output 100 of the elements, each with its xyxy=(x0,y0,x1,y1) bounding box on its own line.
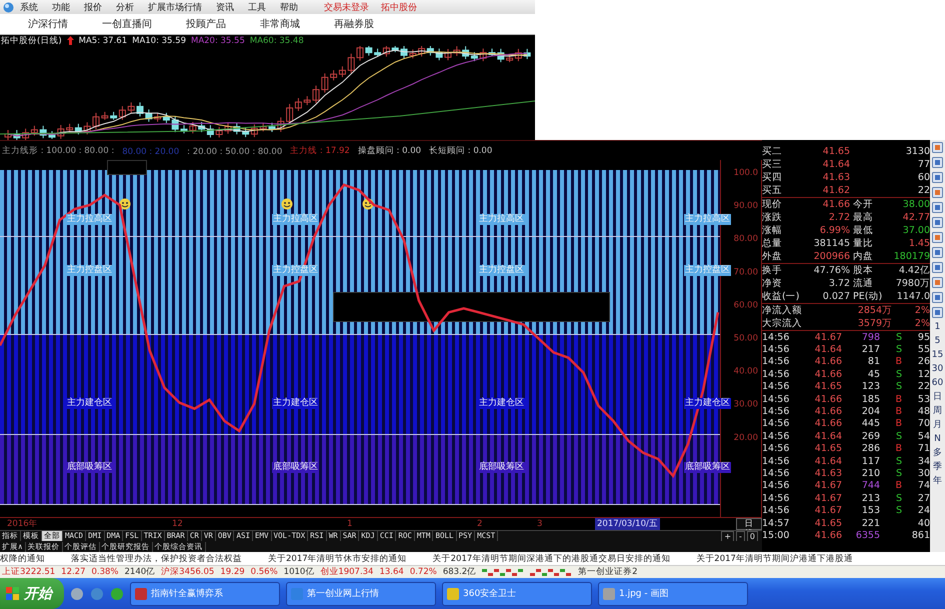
quote-label: 最高 xyxy=(852,211,874,224)
zone-label: 主力建仓区 xyxy=(66,398,113,409)
toolbar-link[interactable]: 沪深行情 xyxy=(28,17,68,31)
quote-value: 381145 xyxy=(812,238,850,249)
period-option[interactable]: 年 xyxy=(933,474,942,488)
toolbar-link[interactable]: 再融券股 xyxy=(334,17,374,31)
app-logo-icon xyxy=(3,2,14,12)
tick-time: 14:56 xyxy=(762,368,790,380)
period-option[interactable]: 30 xyxy=(932,362,944,376)
index-change: 19.29 xyxy=(220,567,245,577)
period-option[interactable]: 多 xyxy=(933,446,942,460)
quote-label: 买四 xyxy=(762,171,783,184)
date-label: 12 xyxy=(171,518,184,530)
tool-icon[interactable] xyxy=(932,292,943,303)
indicator-value: 80.00 : 20.00 xyxy=(122,147,180,157)
axis-label: 20.00 xyxy=(734,432,758,443)
period-option[interactable]: N xyxy=(934,432,941,446)
quote-label: 内盘 xyxy=(852,250,874,263)
taskbar-button[interactable]: 1.jpg - 画图 xyxy=(598,582,748,606)
smiley-icon xyxy=(119,198,131,210)
toolbar-link[interactable]: 投顾产品 xyxy=(186,17,226,31)
period-option[interactable]: 日 xyxy=(933,390,942,404)
tool-icon[interactable] xyxy=(932,202,943,213)
menu-item[interactable]: 帮助 xyxy=(280,0,298,14)
zone-label: 主力控盘区 xyxy=(684,265,731,276)
tool-icon[interactable] xyxy=(932,187,943,198)
toolbar-link[interactable]: 非常商城 xyxy=(260,17,300,31)
menu-item[interactable]: 扩展市场行情 xyxy=(148,0,202,14)
trade-side: S xyxy=(894,430,902,442)
quote-value: 1.45 xyxy=(908,238,930,249)
tick-count: 22 xyxy=(916,381,930,392)
news-headline[interactable]: 关于2017年清明节期间沪港通下港股通 xyxy=(696,552,853,564)
zone-label: 底部吸筹区 xyxy=(478,462,525,473)
tool-icon[interactable] xyxy=(932,247,943,258)
period-button[interactable]: 日 xyxy=(736,518,762,530)
tick-count: 70 xyxy=(916,418,930,430)
quote-label: 流通 xyxy=(852,277,874,290)
taskbar-button[interactable]: 指南针全赢博弈系 xyxy=(130,582,280,606)
menu-item[interactable]: 资讯 xyxy=(216,0,234,14)
zone-label: 主力建仓区 xyxy=(478,398,525,409)
axis-label: 30.00 xyxy=(734,400,758,410)
period-option[interactable]: 1 xyxy=(934,320,940,334)
bid-volume: 3130 xyxy=(904,146,930,157)
news-headline[interactable]: 落实适当性管理办法，保护投资者合法权益 xyxy=(71,552,242,564)
period-option[interactable]: 60 xyxy=(932,376,944,390)
tick-count: 34 xyxy=(916,456,930,467)
broker-name: 第一创业证券2 xyxy=(578,566,638,578)
tick-volume: 185 xyxy=(860,394,880,405)
tool-icon[interactable] xyxy=(932,142,943,153)
quick-launch-icon[interactable] xyxy=(110,586,124,600)
tool-icon[interactable] xyxy=(932,277,943,288)
tick-count: 48 xyxy=(916,406,930,418)
period-option[interactable]: 季 xyxy=(933,460,942,474)
menu-item[interactable]: 系统 xyxy=(20,0,38,14)
taskbar-button[interactable]: 第一创业网上行情 xyxy=(286,582,436,606)
quote-value: 0.027 xyxy=(822,291,850,302)
menu-item[interactable]: 功能 xyxy=(52,0,70,14)
menu-item[interactable]: 报价 xyxy=(84,0,102,14)
tick-price: 41.65 xyxy=(814,381,842,392)
tick-time: 14:56 xyxy=(762,344,790,356)
flow-label: 净流入额 xyxy=(762,304,803,317)
bid-price: 41.64 xyxy=(822,159,850,170)
arrow-up-icon xyxy=(66,36,74,45)
menu-item[interactable]: 分析 xyxy=(116,0,134,14)
index-amount: 2140亿 xyxy=(124,566,156,578)
tick-volume: 221 xyxy=(860,518,880,529)
tool-icon[interactable] xyxy=(932,232,943,243)
tick-time: 14:56 xyxy=(762,480,790,492)
period-option[interactable]: 15 xyxy=(932,348,944,362)
quote-label: 换手 xyxy=(762,264,783,277)
period-option[interactable]: 周 xyxy=(933,404,942,418)
tick-count: 12 xyxy=(916,368,930,380)
trade-side: B xyxy=(894,443,902,454)
news-headline[interactable]: 关于2017年清明节期间深港通下的港股通交易日安排的通知 xyxy=(432,552,670,564)
toolbar-link[interactable]: 一创直播间 xyxy=(102,17,152,31)
tool-icon[interactable] xyxy=(932,217,943,228)
trade-side: B xyxy=(894,394,902,405)
bid-volume: 77 xyxy=(916,159,930,170)
tick-volume: 81 xyxy=(866,356,880,368)
period-option[interactable]: 5 xyxy=(934,334,940,348)
quick-launch-icon[interactable] xyxy=(70,586,84,600)
index-name-value: 沪深3456.05 xyxy=(161,566,214,578)
trade-side: S xyxy=(894,344,902,356)
tool-icon[interactable] xyxy=(932,172,943,183)
windows-logo-icon xyxy=(6,586,20,600)
news-headline[interactable]: 权降的通知 xyxy=(0,552,45,564)
flow-label: 大宗流入 xyxy=(762,317,803,330)
tick-price: 41.65 xyxy=(814,518,842,529)
index-percent: 0.56% xyxy=(250,567,278,577)
tick-count: 27 xyxy=(916,492,930,504)
tool-icon[interactable] xyxy=(932,307,943,318)
tick-price: 41.66 xyxy=(814,406,842,418)
tool-icon[interactable] xyxy=(932,262,943,273)
tool-icon[interactable] xyxy=(932,157,943,168)
news-headline[interactable]: 关于2017年清明节休市安排的通知 xyxy=(268,552,407,564)
taskbar-button[interactable]: 360安全卫士 xyxy=(442,582,592,606)
chart-title: 拓中股份(日线) xyxy=(1,34,62,46)
tick-count: 54 xyxy=(916,430,930,442)
period-option[interactable]: 月 xyxy=(933,418,942,432)
menu-item[interactable]: 工具 xyxy=(248,0,266,14)
